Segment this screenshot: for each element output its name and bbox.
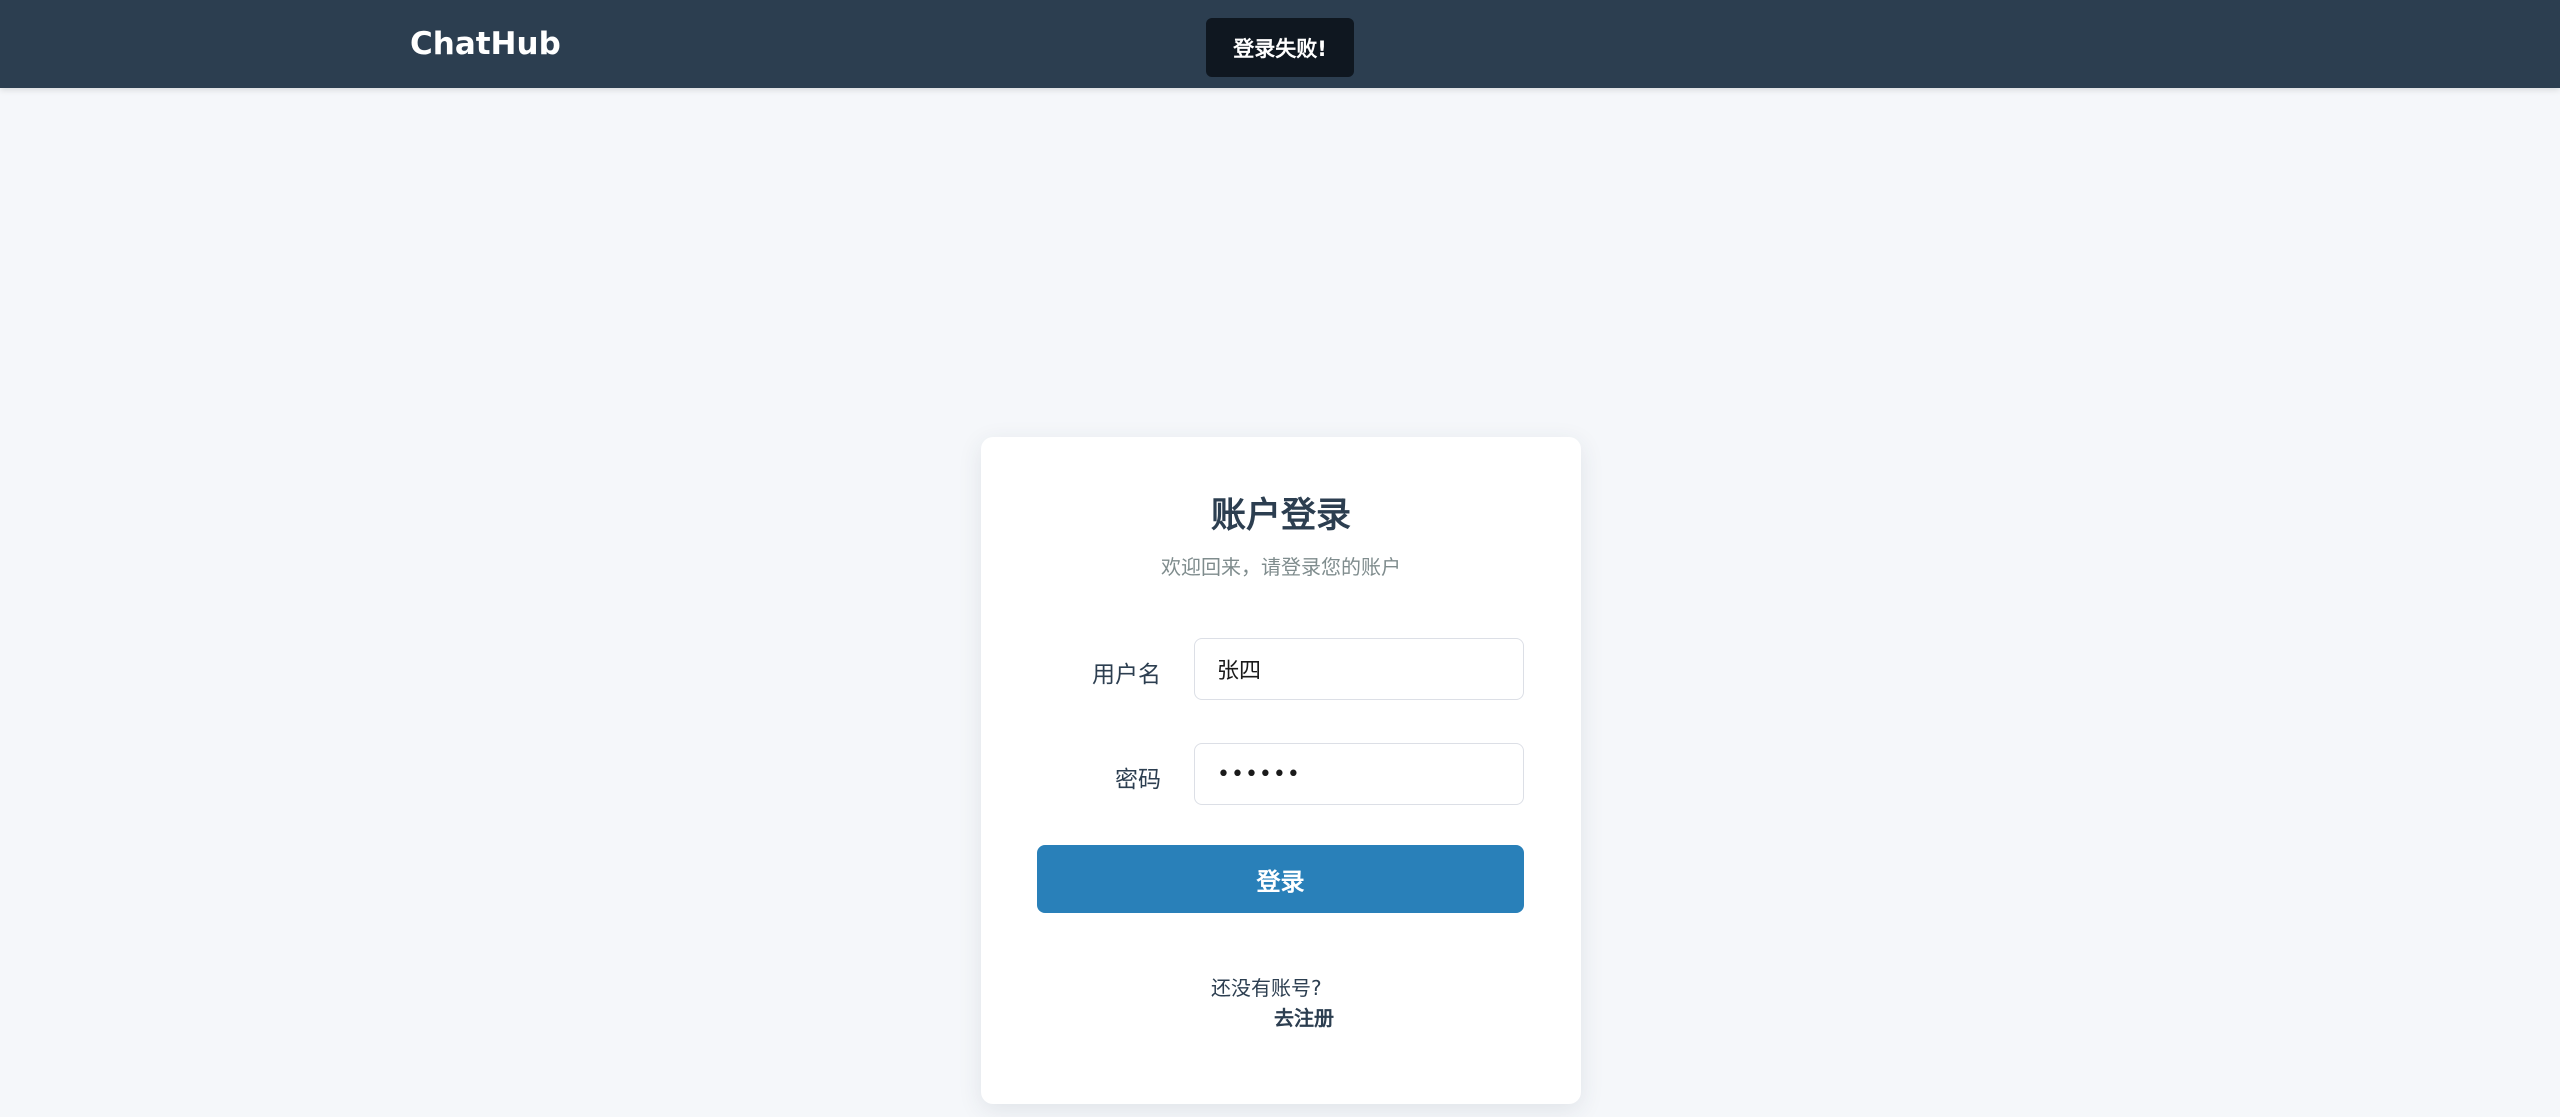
brand-logo[interactable]: ChatHub <box>410 22 561 66</box>
password-input[interactable]: •••••• <box>1194 743 1524 805</box>
register-link[interactable]: 去注册 <box>1274 1002 1334 1031</box>
username-value: 张四 <box>1217 659 1262 684</box>
username-label: 用户名 <box>1092 662 1161 688</box>
no-account-text: 还没有账号? <box>1211 976 1322 1000</box>
login-title: 账户登录 <box>1210 496 1351 536</box>
login-button[interactable]: 登录 <box>1037 845 1524 913</box>
login-card: 账户登录 欢迎回来，请登录您的账户 用户名 张四 密码 •••••• 登录 还没… <box>981 437 1581 1104</box>
password-value: •••••• <box>1217 761 1301 787</box>
error-toast: 登录失败! <box>1206 18 1354 77</box>
login-subtitle: 欢迎回来，请登录您的账户 <box>1161 555 1401 579</box>
username-input[interactable]: 张四 <box>1194 638 1524 700</box>
top-navbar: ChatHub 登录失败! <box>0 0 2560 88</box>
password-label: 密码 <box>1115 767 1161 793</box>
